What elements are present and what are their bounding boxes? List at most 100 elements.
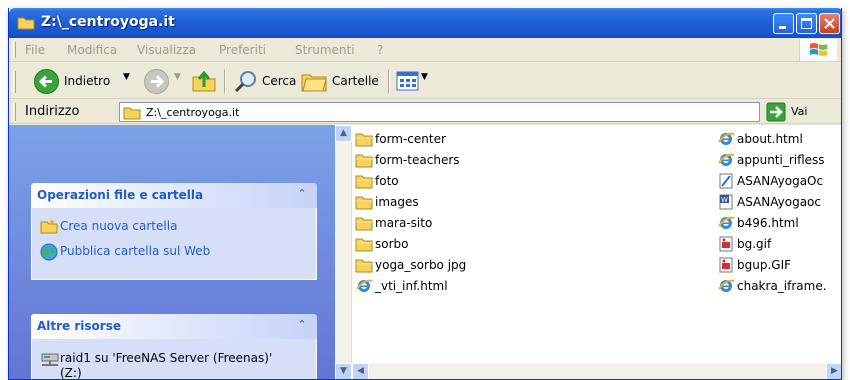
image-icon [717, 236, 735, 252]
standard-toolbar: Indietro ▼ ▼ Cerca Cartelle ▼ [9, 63, 841, 99]
back-arrow-icon[interactable] [33, 68, 60, 95]
folder-icon [355, 131, 373, 147]
close-button[interactable] [819, 13, 840, 34]
file-item[interactable]: sorbo [355, 234, 409, 254]
views-icon[interactable] [396, 70, 419, 92]
file-name: ASANAyogaoc [737, 195, 821, 209]
go-button-label[interactable]: Vai [791, 105, 807, 118]
address-input[interactable]: Z:\_centroyoga.it ▼ [119, 102, 760, 122]
explorer-window: Z:\_centroyoga.it File Modifica Visualiz… [8, 8, 842, 380]
ie-icon [717, 278, 735, 294]
ie-icon [717, 131, 735, 147]
other-places-title: Altre risorse [37, 319, 121, 333]
menu-help[interactable]: ? [377, 43, 383, 57]
file-name: about.html [737, 132, 803, 146]
file-item[interactable]: W ASANAyogaoc [717, 192, 841, 212]
file-name: yoga_sorbo jpg [375, 258, 467, 272]
file-ops-panel-header[interactable]: Operazioni file e cartella ⌃ [31, 183, 317, 208]
ie-icon [717, 152, 735, 168]
menu-visualizza[interactable]: Visualizza [137, 43, 196, 57]
forward-arrow-icon[interactable] [143, 68, 170, 95]
vertical-scrollbar[interactable]: ▲ ▼ [335, 125, 352, 379]
collapse-chevron-icon[interactable]: ⌃ [295, 318, 309, 332]
address-value: Z:\_centroyoga.it [146, 106, 240, 119]
file-name: _vti_inf.html [375, 279, 448, 293]
new-folder-icon [40, 219, 58, 234]
folder-icon [355, 257, 373, 273]
scroll-left-button[interactable]: ◀ [352, 363, 369, 379]
network-drive-link[interactable]: raid1 su 'FreeNAS Server (Freenas)' (Z:) [60, 351, 290, 379]
new-folder-link[interactable]: Crea nuova cartella [60, 219, 177, 233]
file-item[interactable]: chakra_iframe. [717, 276, 841, 296]
close-icon [824, 18, 835, 29]
file-item[interactable]: _vti_inf.html [355, 276, 448, 296]
up-folder-icon[interactable] [191, 68, 217, 94]
address-grip [13, 103, 16, 121]
file-list: ▲ ▼ ◀ ▶ form-center form-teachers foto imag… [335, 125, 841, 379]
file-name: foto [375, 174, 399, 188]
file-name: chakra_iframe. [737, 279, 827, 293]
folder-icon [355, 215, 373, 231]
file-item[interactable]: foto [355, 171, 399, 191]
forward-dropdown-icon[interactable]: ▼ [174, 72, 181, 82]
minimize-icon [779, 26, 786, 29]
file-item[interactable]: form-center [355, 129, 446, 149]
window-title: Z:\_centroyoga.it [41, 14, 175, 30]
image-icon [717, 257, 735, 273]
file-item[interactable]: bg.gif [717, 234, 841, 254]
file-item[interactable]: about.html [717, 129, 841, 149]
menu-preferiti[interactable]: Preferiti [219, 43, 266, 57]
file-name: images [375, 195, 419, 209]
toolbar-grip [13, 71, 16, 93]
maximize-button[interactable] [796, 13, 817, 34]
menu-grip [13, 42, 16, 58]
file-item[interactable]: yoga_sorbo jpg [355, 255, 466, 275]
file-item[interactable]: images [355, 192, 419, 212]
file-item[interactable]: b496.html [717, 213, 841, 233]
back-button-label[interactable]: Indietro [64, 74, 110, 88]
file-name: sorbo [375, 237, 409, 251]
file-item[interactable]: appunti_rifless [717, 150, 841, 170]
folder-icon [355, 152, 373, 168]
title-bar[interactable]: Z:\_centroyoga.it [9, 8, 841, 38]
folders-button-label[interactable]: Cartelle [332, 74, 379, 88]
menu-modifica[interactable]: Modifica [67, 43, 117, 57]
folders-icon[interactable] [301, 69, 329, 93]
search-button-label[interactable]: Cerca [262, 74, 296, 88]
file-item[interactable]: bgup.GIF [717, 255, 841, 275]
file-name: bg.gif [737, 237, 772, 251]
file-ops-title: Operazioni file e cartella [37, 188, 204, 202]
folder-icon [355, 236, 373, 252]
folder-icon [17, 17, 35, 30]
menu-file[interactable]: File [25, 43, 45, 57]
go-arrow-icon[interactable] [766, 102, 786, 122]
windows-logo-icon [799, 39, 837, 61]
scroll-up-button[interactable]: ▲ [335, 125, 352, 142]
menu-strumenti[interactable]: Strumenti [295, 43, 355, 57]
file-name: mara-sito [375, 216, 433, 230]
menu-bar: File Modifica Visualizza Preferiti Strum… [9, 38, 841, 62]
horizontal-scrollbar[interactable]: ◀ ▶ [352, 363, 841, 379]
file-name: form-teachers [375, 153, 460, 167]
folder-icon [355, 173, 373, 189]
file-name: appunti_rifless [737, 153, 825, 167]
folder-icon [123, 107, 141, 120]
search-icon[interactable] [233, 69, 259, 95]
scroll-right-button[interactable]: ▶ [826, 363, 841, 379]
minimize-button[interactable] [773, 13, 794, 34]
network-drive-icon [41, 353, 59, 366]
file-item[interactable]: mara-sito [355, 213, 432, 233]
collapse-chevron-icon[interactable]: ⌃ [295, 187, 309, 201]
publish-web-link[interactable]: Pubblica cartella sul Web [60, 244, 210, 258]
views-dropdown-icon[interactable]: ▼ [421, 72, 428, 82]
file-item[interactable]: ASANAyogaOc [717, 171, 841, 191]
word-icon: W [717, 194, 735, 210]
file-item[interactable]: form-teachers [355, 150, 460, 170]
other-places-panel-header[interactable]: Altre risorse ⌃ [31, 314, 317, 339]
toolbar-separator [388, 69, 390, 93]
file-ops-panel-body: Crea nuova cartella Pubblica cartella su… [31, 208, 317, 280]
maximize-icon [801, 18, 812, 29]
back-dropdown-icon[interactable]: ▼ [123, 72, 130, 82]
svg-text:W: W [721, 196, 728, 204]
scroll-down-button[interactable]: ▼ [335, 363, 352, 379]
